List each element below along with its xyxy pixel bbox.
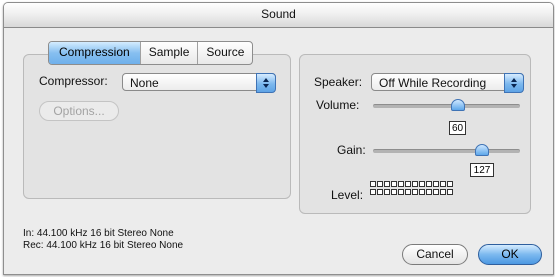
popup-arrows-icon	[256, 73, 276, 93]
speaker-label: Speaker:	[314, 75, 363, 89]
tab-source[interactable]: Source	[197, 42, 252, 64]
tab-sample[interactable]: Sample	[139, 42, 198, 64]
gain-slider-track[interactable]	[373, 149, 520, 153]
level-row	[370, 189, 456, 195]
speaker-popup[interactable]: Off While Recording	[371, 73, 524, 93]
compressor-popup[interactable]: None	[122, 73, 276, 93]
window-title: Sound	[4, 3, 553, 28]
compressor-label: Compressor:	[39, 74, 108, 88]
ok-button[interactable]: OK	[478, 244, 542, 265]
level-row	[370, 181, 456, 187]
input-format-text: In: 44.100 kHz 16 bit Stereo None	[23, 228, 174, 239]
gain-label: Gain:	[337, 143, 366, 157]
gain-value-box: 127	[470, 163, 494, 177]
volume-slider-knob[interactable]	[451, 99, 465, 111]
options-button[interactable]: Options...	[39, 101, 119, 121]
tab-bar: Compression Sample Source	[48, 41, 254, 65]
cancel-button[interactable]: Cancel	[402, 244, 468, 265]
level-label: Level:	[331, 188, 364, 202]
volume-value-box: 60	[449, 121, 466, 135]
compressor-value: None	[130, 76, 159, 90]
volume-slider-track[interactable]	[373, 104, 520, 108]
record-format-text: Rec: 44.100 kHz 16 bit Stereo None	[23, 240, 184, 251]
tab-compression[interactable]: Compression	[49, 42, 140, 64]
volume-label: Volume:	[316, 98, 360, 112]
gain-slider-knob[interactable]	[475, 144, 489, 156]
popup-arrows-icon	[504, 73, 524, 93]
level-meter	[370, 181, 456, 197]
speaker-value: Off While Recording	[379, 76, 487, 90]
